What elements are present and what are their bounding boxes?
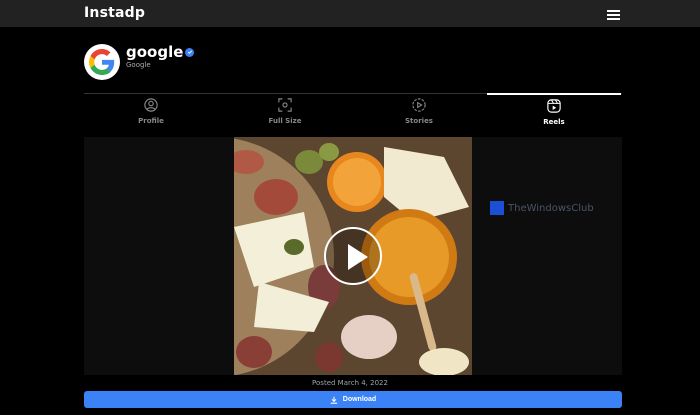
top-bar: Instadp: [0, 0, 700, 27]
expand-frame-icon: [278, 98, 292, 112]
tab-profile[interactable]: Profile: [84, 94, 218, 130]
stories-play-icon: [412, 98, 426, 112]
tab-label: Reels: [543, 118, 565, 126]
tab-stories[interactable]: Stories: [352, 94, 486, 130]
username-text: google: [126, 43, 184, 61]
user-circle-icon: [144, 98, 158, 112]
tab-bar: Profile Full Size Stories Reels: [84, 93, 622, 130]
google-logo-icon: [89, 49, 115, 75]
watermark-logo-icon: [490, 201, 504, 215]
reels-icon: [547, 99, 561, 113]
posted-date: Posted March 4, 2022: [312, 379, 388, 387]
avatar: [84, 44, 120, 80]
tab-reels[interactable]: Reels: [487, 93, 621, 131]
tab-label: Full Size: [268, 117, 302, 125]
tab-label: Stories: [405, 117, 433, 125]
watermark: TheWindowsClub: [490, 201, 594, 215]
display-name: Google: [126, 61, 151, 69]
download-icon: [330, 396, 337, 404]
tab-full-size[interactable]: Full Size: [218, 94, 352, 130]
brand-logo[interactable]: Instadp: [84, 5, 145, 21]
profile-header: google Google: [84, 43, 622, 84]
username: google: [126, 43, 195, 61]
download-button[interactable]: Download: [84, 391, 622, 408]
play-button-icon[interactable]: [324, 227, 382, 285]
watermark-text: TheWindowsClub: [508, 202, 594, 214]
reel-video[interactable]: [234, 137, 472, 375]
verified-badge-icon: [185, 47, 195, 57]
tab-label: Profile: [138, 117, 164, 125]
hamburger-menu-icon[interactable]: [607, 10, 620, 20]
reel-media-area: TheWindowsClub: [84, 137, 622, 375]
download-label: Download: [342, 396, 377, 403]
